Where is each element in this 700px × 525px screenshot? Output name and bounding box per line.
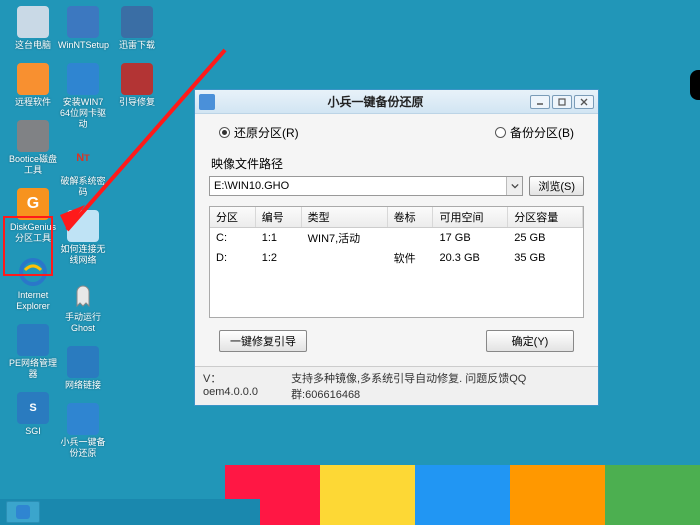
backup-restore-dialog: 小兵一键备份还原 还原分区(R) 备份分区(B) 映像文件路径: [194, 89, 599, 406]
desktop-icon-sgi[interactable]: SSGI: [8, 392, 58, 437]
col-size[interactable]: 分区容量: [508, 207, 583, 228]
desktop-icon-xunlei[interactable]: 迅雷下载: [112, 6, 162, 51]
col-partition[interactable]: 分区: [210, 207, 255, 228]
backup-radio[interactable]: 备份分区(B): [495, 124, 574, 141]
statusbar: V：oem4.0.0.0 支持多种镜像,多系统引导自动修复. 问题反馈QQ群:6…: [195, 366, 598, 405]
close-button[interactable]: [574, 95, 594, 109]
app-icon: [199, 94, 215, 110]
desktop-icon-winnt[interactable]: WinNTSetup: [58, 6, 108, 51]
desktop-icon-crack[interactable]: NT破解系统密码: [58, 142, 108, 198]
image-path-input[interactable]: [210, 177, 506, 195]
taskbar[interactable]: [0, 499, 260, 525]
desktop-icon-pc[interactable]: 这台电脑: [8, 6, 58, 51]
radio-icon: [219, 127, 230, 138]
minimize-button[interactable]: [530, 95, 550, 109]
col-free[interactable]: 可用空间: [433, 207, 508, 228]
desktop-icon-win764[interactable]: 安装WIN7 64位网卡驱动: [58, 63, 108, 130]
desktop-icon-recover[interactable]: 引导修复: [112, 63, 162, 108]
desktop-icon-wifi[interactable]: 如何连接无线网络: [58, 210, 108, 266]
col-index[interactable]: 编号: [255, 207, 301, 228]
desktop-icon-bootice[interactable]: Bootice磁盘工具: [8, 120, 58, 176]
radio-icon: [495, 127, 506, 138]
image-path-label: 映像文件路径: [211, 155, 584, 172]
desktop-icon-netlink[interactable]: 网络链接: [58, 346, 108, 391]
desktop-col-3: 迅雷下载 引导修复: [112, 6, 162, 120]
desktop-icon-ghost[interactable]: 手动运行Ghost: [58, 278, 108, 334]
restore-radio[interactable]: 还原分区(R): [219, 124, 299, 141]
decorative-bars: [225, 465, 700, 525]
desktop-icon-remote[interactable]: 远程软件: [8, 63, 58, 108]
col-type[interactable]: 类型: [301, 207, 387, 228]
table-row[interactable]: D: 1:2 软件 20.3 GB 35 GB: [210, 248, 583, 268]
desktop-icon-pe-net[interactable]: PE网络管理器: [8, 324, 58, 380]
table-row[interactable]: C: 1:1 WIN7,活动 17 GB 25 GB: [210, 228, 583, 249]
col-volume[interactable]: 卷标: [387, 207, 433, 228]
chevron-down-icon[interactable]: [506, 177, 522, 195]
desktop-col-2: WinNTSetup 安装WIN7 64位网卡驱动 NT破解系统密码 如何连接无…: [58, 6, 108, 471]
image-path-combo[interactable]: [209, 176, 523, 196]
annotation-highlight: [3, 216, 53, 276]
taskbar-item[interactable]: [6, 501, 40, 523]
status-version: V：oem4.0.0.0: [203, 370, 275, 402]
maximize-button[interactable]: [552, 95, 572, 109]
side-tab[interactable]: [690, 70, 700, 100]
dialog-titlebar[interactable]: 小兵一键备份还原: [195, 90, 598, 114]
status-text: 支持多种镜像,多系统引导自动修复. 问题反馈QQ群:606616468: [291, 370, 590, 402]
browse-button[interactable]: 浏览(S): [529, 176, 584, 196]
repair-boot-button[interactable]: 一键修复引导: [219, 330, 307, 352]
desktop-icon-backup[interactable]: 小兵一键备份还原: [58, 403, 108, 459]
confirm-button[interactable]: 确定(Y): [486, 330, 574, 352]
dialog-title: 小兵一键备份还原: [221, 93, 530, 110]
partition-table[interactable]: 分区 编号 类型 卷标 可用空间 分区容量 C: 1:1 WIN7,活动 17 …: [209, 206, 584, 318]
